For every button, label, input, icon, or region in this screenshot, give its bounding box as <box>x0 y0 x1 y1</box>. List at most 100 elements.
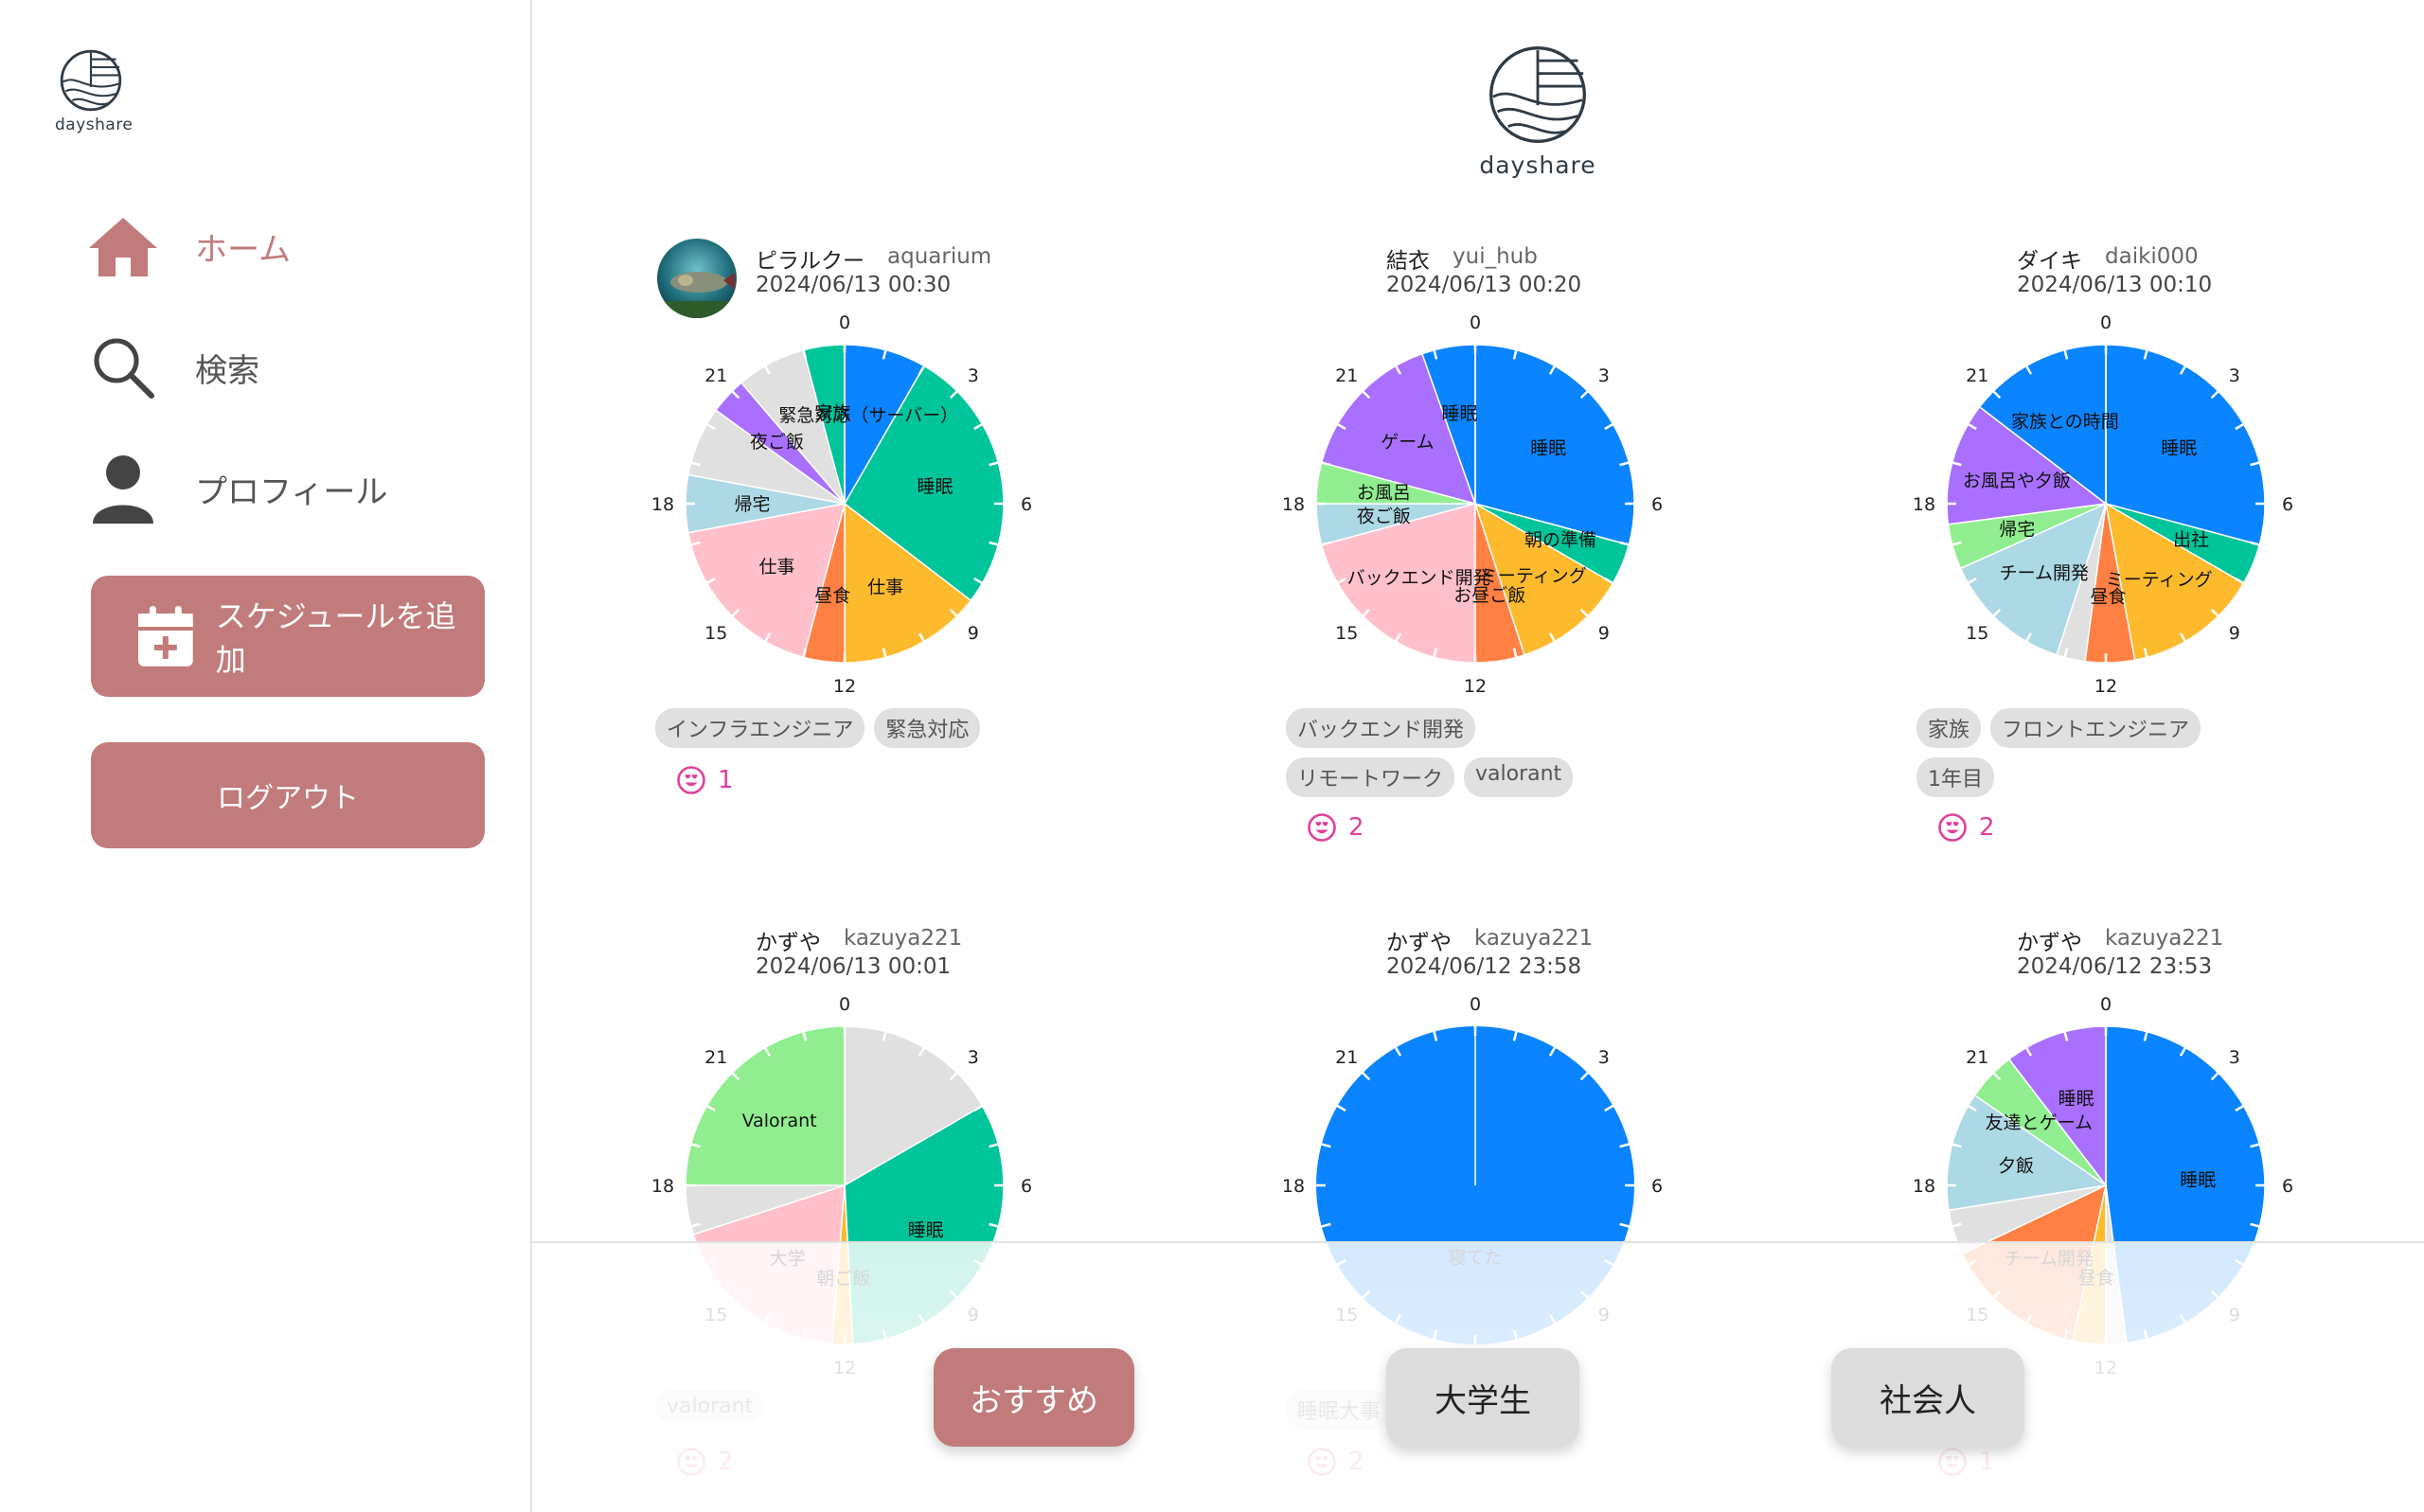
hour-tick <box>922 640 927 644</box>
slice-label: お昼ご飯 <box>1453 585 1525 606</box>
tag-chip[interactable]: インフラエンジニア <box>655 708 865 748</box>
post-user-id[interactable]: aquarium <box>887 244 991 269</box>
clock-label: 3 <box>2229 365 2240 386</box>
hour-tick <box>2062 347 2066 351</box>
slice-label: お風呂や夕飯 <box>1963 471 2071 491</box>
post-user-name[interactable]: かずや <box>756 924 821 956</box>
nav-home-label: ホーム <box>195 230 291 269</box>
schedule-pie-chart[interactable]: 036912151821睡眠出社ミーティング昼食チーム開発帰宅お風呂や夕飯家族と… <box>1913 312 2295 697</box>
clock-label: 6 <box>1651 1176 1663 1197</box>
slice-label: ゲーム <box>1381 432 1434 453</box>
tag-chip[interactable]: リモートワーク <box>1286 757 1455 797</box>
slice-label: 帰宅 <box>735 494 771 515</box>
hour-tick <box>1515 347 1519 351</box>
tab-university[interactable]: 大学生 <box>1386 1348 1579 1447</box>
slice-label: 睡眠 <box>1530 438 1566 459</box>
post-user-name[interactable]: かずや <box>1386 924 1452 956</box>
hour-tick <box>2217 384 2225 393</box>
clock-label: 0 <box>1470 312 1481 333</box>
hour-tick <box>1335 581 1339 586</box>
hour-tick <box>1586 384 1595 393</box>
slice-label: 家族 <box>814 402 850 423</box>
tab-recommended[interactable]: おすすめ <box>934 1348 1134 1447</box>
clock-label: 0 <box>1470 994 1481 1015</box>
tag-chip[interactable]: フロントエンジニア <box>1990 708 2201 748</box>
clock-label: 0 <box>2100 312 2112 333</box>
nav-search-label: 検索 <box>195 351 259 390</box>
schedule-pie-chart[interactable]: 0 3 6 9 12 15 18 21 緊急対応（サーバー） 睡眠仕事昼食仕事 帰宅 夜ご飯家族 <box>651 312 1034 697</box>
hour-tick <box>1553 364 1558 367</box>
hour-tick <box>2242 581 2246 586</box>
clock-label: 21 <box>1335 1047 1358 1068</box>
clock-label: 0 <box>839 312 850 333</box>
add-schedule-button[interactable]: スケジュールを追加 <box>91 576 485 697</box>
post-card[interactable]: 結衣 yui_hub 2024/06/13 00:20 0 3 6 9 12 15 18 21 睡眠朝… <box>1282 239 1854 901</box>
sidebar-logo[interactable]: dayshare <box>55 47 133 137</box>
post-user-id[interactable]: yui_hub <box>1453 244 1538 269</box>
sidebar: dayshare ホーム 検索 プロフィール スケジュールを追加 ログアウト <box>0 0 532 1512</box>
nav-home[interactable]: ホーム <box>85 204 483 289</box>
slice-label: 友達とゲーム <box>1986 1112 2093 1133</box>
hour-tick <box>981 581 985 586</box>
hour-tick <box>2146 656 2149 660</box>
hour-tick <box>1612 581 1615 586</box>
post-user-name[interactable]: 結衣 <box>1386 242 1430 275</box>
slice-label: 睡眠 <box>2161 438 2197 459</box>
clock-label: 15 <box>1335 623 1358 644</box>
post-user-name[interactable]: かずや <box>2017 924 2082 956</box>
schedule-pie-chart[interactable]: 0 3 6 9 12 15 18 21 睡眠朝の準備ミーティングお昼ご飯バックエンド開発 夜ご飯 お… <box>1282 312 1665 697</box>
like-button[interactable]: 2 <box>1937 812 1995 843</box>
hour-tick <box>997 1225 1001 1229</box>
post-date: 2024/06/13 00:30 <box>756 273 952 297</box>
hour-tick <box>1987 384 1995 393</box>
like-button[interactable]: 1 <box>676 765 734 795</box>
tag-chip[interactable]: 家族 <box>1916 708 1982 748</box>
hour-tick <box>1393 364 1398 367</box>
tag-chip[interactable]: 1年目 <box>1916 757 1994 797</box>
clock-label: 3 <box>1598 1047 1610 1068</box>
hour-tick <box>704 581 708 586</box>
nav-profile[interactable]: プロフィール <box>85 446 483 531</box>
slice-label: 出社 <box>2173 529 2209 550</box>
post-card[interactable]: ピラルクー aquarium 2024/06/13 00:30 0 3 6 9 12 15 18 2… <box>651 239 1223 901</box>
logout-button[interactable]: ログアウト <box>91 742 485 848</box>
tag-list: インフラエンジニア 緊急対応 <box>655 708 987 748</box>
post-user-id[interactable]: kazuya221 <box>1474 926 1593 951</box>
post-user-id[interactable]: kazuya221 <box>844 926 962 951</box>
hour-tick <box>1628 1142 1631 1146</box>
hour-tick <box>884 1029 888 1033</box>
like-button[interactable]: 2 <box>1307 812 1364 843</box>
tag-list: 家族 フロントエンジニア 1年目 <box>1916 708 2248 797</box>
clock-label: 3 <box>968 365 979 386</box>
hour-tick <box>981 1103 985 1108</box>
post-user-id[interactable]: kazuya221 <box>2105 926 2223 951</box>
like-count: 2 <box>1348 813 1364 842</box>
hour-tick <box>884 347 888 351</box>
hour-tick <box>1515 656 1519 660</box>
home-icon <box>85 208 161 284</box>
hour-tick <box>725 1066 734 1075</box>
tab-working[interactable]: 社会人 <box>1831 1348 2024 1447</box>
tag-chip[interactable]: バックエンド開発 <box>1286 708 1476 748</box>
hour-tick <box>997 543 1001 547</box>
avatar[interactable] <box>657 239 737 318</box>
main-logo[interactable]: dayshare <box>1424 42 1651 179</box>
hour-tick <box>1515 1029 1519 1033</box>
clock-label: 18 <box>1282 494 1305 515</box>
post-date: 2024/06/13 00:20 <box>1386 273 1582 297</box>
post-date: 2024/06/13 00:10 <box>2017 273 2213 297</box>
slice-label: ミーティング <box>1480 566 1587 587</box>
tag-chip[interactable]: 緊急対応 <box>874 708 981 748</box>
post-user-id[interactable]: daiki000 <box>2105 244 2199 269</box>
calendar-add-icon <box>137 606 193 667</box>
post-user-name[interactable]: ダイキ <box>2017 242 2082 275</box>
hour-tick <box>1393 1045 1398 1049</box>
like-count: 1 <box>718 766 734 794</box>
post-user-name[interactable]: ピラルクー <box>756 242 864 275</box>
hour-tick <box>1432 1029 1435 1033</box>
hour-tick <box>2217 614 2225 623</box>
tag-chip[interactable]: valorant <box>1464 757 1574 797</box>
nav-search[interactable]: 検索 <box>85 325 483 410</box>
hour-tick <box>704 421 708 426</box>
post-card[interactable]: ダイキ daiki000 2024/06/13 00:10 0 3 6 9 12 15 18 21 睡… <box>1913 239 2424 901</box>
